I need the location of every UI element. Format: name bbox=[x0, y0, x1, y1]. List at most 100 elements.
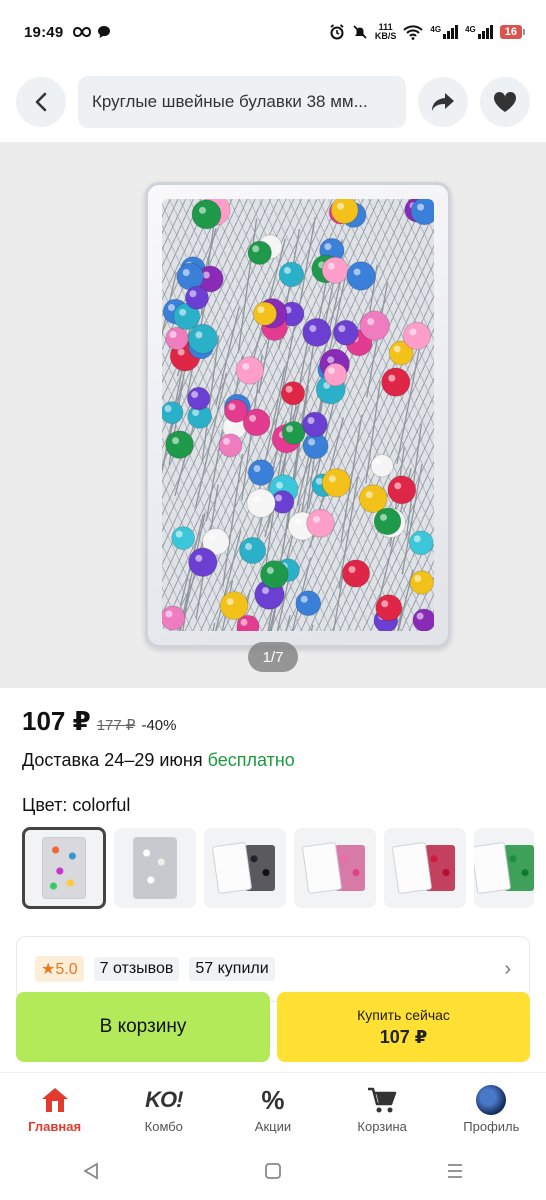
pin-head bbox=[281, 420, 306, 445]
nav-combo-label: Комбо bbox=[144, 1119, 183, 1134]
color-variants bbox=[22, 827, 534, 909]
infinity-icon bbox=[73, 27, 92, 37]
product-gallery[interactable]: 1/7 bbox=[0, 142, 546, 688]
favorite-button[interactable] bbox=[480, 77, 530, 127]
price-row: 107 ₽ 177 ₽ -40% bbox=[22, 706, 176, 737]
bottom-nav: Главная KO! Комбо % Акции Корзина Профил… bbox=[0, 1072, 546, 1140]
pin-highlight bbox=[374, 458, 382, 466]
search-field[interactable]: Круглые швейные булавки 38 мм... bbox=[78, 76, 406, 128]
buy-now-button[interactable]: Купить сейчас 107 ₽ bbox=[277, 992, 530, 1062]
pin-highlight bbox=[257, 306, 265, 314]
nav-promo-label: Акции bbox=[254, 1119, 292, 1134]
nav-cart[interactable]: Корзина bbox=[337, 1085, 427, 1134]
variant-green[interactable] bbox=[474, 828, 534, 908]
pin-head bbox=[321, 468, 351, 498]
chat-icon bbox=[98, 26, 111, 38]
pin-highlight bbox=[242, 362, 250, 370]
pin-highlight bbox=[175, 530, 183, 538]
pin-highlight bbox=[167, 304, 175, 312]
old-price: 177 ₽ bbox=[96, 717, 136, 734]
nav-combo[interactable]: KO! Комбо bbox=[119, 1085, 209, 1134]
buy-now-label: Купить сейчас bbox=[357, 1006, 450, 1023]
pin-shaft bbox=[285, 614, 291, 631]
discount-badge: -40% bbox=[141, 717, 177, 734]
pin-highlight bbox=[308, 438, 316, 446]
home-square-icon[interactable] bbox=[264, 1162, 282, 1180]
star-icon: ★ bbox=[41, 961, 56, 978]
pin-head bbox=[184, 285, 209, 310]
signal-2: 4G bbox=[465, 25, 493, 39]
pin-highlight bbox=[228, 403, 236, 411]
pin-head bbox=[280, 381, 306, 406]
pin-highlight bbox=[199, 206, 207, 214]
home-icon bbox=[41, 1088, 68, 1112]
variant-pearl[interactable] bbox=[114, 828, 196, 908]
variant-thumb bbox=[133, 837, 177, 899]
delivery-info: Доставка 24–29 июня бесплатно bbox=[22, 750, 295, 771]
pin-highlight bbox=[327, 356, 335, 364]
pin-head bbox=[176, 262, 205, 291]
pin-highlight bbox=[381, 600, 389, 608]
pin-head bbox=[235, 356, 265, 385]
pin-highlight bbox=[367, 318, 375, 326]
rating-chip: ★5.0 bbox=[35, 956, 84, 982]
pin-head bbox=[323, 362, 348, 387]
pin-highlight bbox=[394, 482, 402, 490]
variant-colorful[interactable] bbox=[22, 827, 106, 909]
reviews-count: 7 отзывов bbox=[93, 957, 180, 981]
pin-head bbox=[330, 199, 359, 225]
menu-lines-icon[interactable] bbox=[446, 1162, 464, 1180]
pin-shaft bbox=[212, 622, 216, 631]
pin-highlight bbox=[286, 425, 294, 433]
back-button[interactable] bbox=[16, 77, 66, 127]
pin-highlight bbox=[195, 554, 203, 562]
pin-head bbox=[252, 301, 278, 326]
percent-icon: % bbox=[261, 1084, 285, 1115]
pin-head bbox=[306, 508, 335, 538]
pin-highlight bbox=[253, 495, 261, 503]
pin-shaft bbox=[222, 453, 244, 587]
variant-pink[interactable] bbox=[294, 828, 376, 908]
pin-highlight bbox=[413, 535, 421, 543]
back-triangle-icon[interactable] bbox=[82, 1162, 100, 1180]
pin-highlight bbox=[165, 610, 173, 618]
pin-highlight bbox=[191, 391, 199, 399]
pin-head bbox=[219, 591, 249, 620]
pin-head bbox=[162, 401, 184, 425]
pin-head bbox=[171, 526, 196, 551]
pin-highlight bbox=[300, 595, 308, 603]
chevron-left-icon bbox=[35, 92, 47, 112]
net-speed: 111 KB/S bbox=[374, 22, 397, 41]
variant-black[interactable] bbox=[204, 828, 286, 908]
share-icon bbox=[432, 93, 454, 111]
pin-highlight bbox=[353, 268, 361, 276]
pin-highlight bbox=[285, 385, 293, 393]
pin-head bbox=[162, 605, 186, 631]
pin-head bbox=[191, 199, 222, 230]
pin-head bbox=[259, 560, 289, 589]
pin-head bbox=[412, 608, 434, 631]
pin-head bbox=[402, 321, 432, 351]
pin-highlight bbox=[222, 437, 230, 445]
cart-icon bbox=[368, 1087, 397, 1113]
pin-head bbox=[239, 536, 267, 565]
pin-highlight bbox=[252, 245, 260, 253]
pin-highlight bbox=[379, 513, 387, 521]
nav-profile[interactable]: Профиль bbox=[446, 1085, 536, 1134]
pin-head bbox=[302, 317, 332, 347]
add-to-cart-button[interactable]: В корзину bbox=[16, 992, 270, 1062]
nav-promo[interactable]: % Акции bbox=[228, 1084, 318, 1135]
ko-icon: KO! bbox=[145, 1087, 183, 1112]
share-button[interactable] bbox=[418, 77, 468, 127]
gallery-counter: 1/7 bbox=[248, 642, 298, 672]
variant-red[interactable] bbox=[384, 828, 466, 908]
pin-highlight bbox=[416, 612, 424, 620]
pin-head bbox=[321, 256, 349, 284]
pin-highlight bbox=[226, 598, 234, 606]
delivery-date: Доставка 24–29 июня bbox=[22, 750, 203, 770]
nav-home[interactable]: Главная bbox=[10, 1085, 100, 1134]
pin-head bbox=[381, 367, 411, 397]
pin-highlight bbox=[327, 262, 335, 270]
top-bar: Круглые швейные булавки 38 мм... bbox=[0, 72, 546, 132]
pin-highlight bbox=[253, 465, 261, 473]
